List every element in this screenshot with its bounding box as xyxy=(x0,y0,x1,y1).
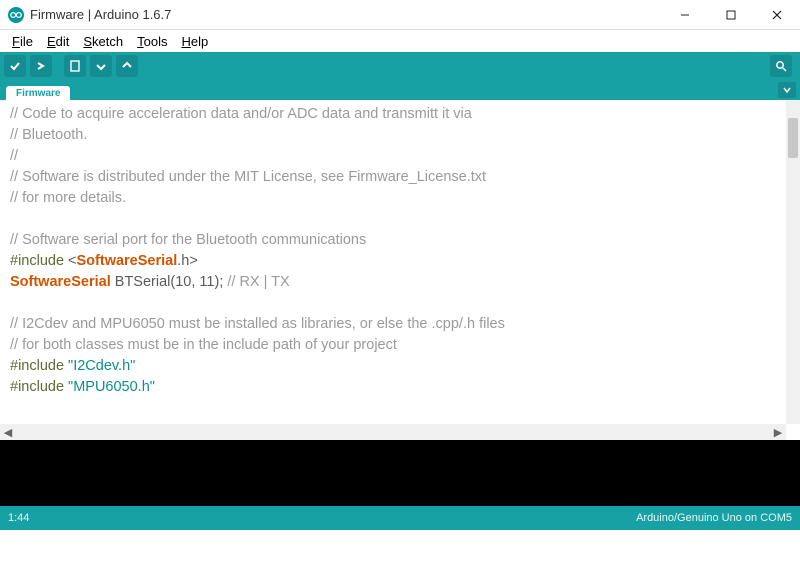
horizontal-scrollbar-track[interactable] xyxy=(16,424,770,440)
code-line: #include "MPU6050.h" xyxy=(10,377,778,398)
editor-area: // Code to acquire acceleration data and… xyxy=(0,100,800,440)
code-editor[interactable]: // Code to acquire acceleration data and… xyxy=(0,100,786,424)
code-line: // Software serial port for the Bluetoot… xyxy=(10,230,778,251)
output-console[interactable] xyxy=(0,440,800,506)
tab-firmware[interactable]: Firmware xyxy=(6,86,70,101)
code-line xyxy=(10,293,778,314)
code-line: // xyxy=(10,146,778,167)
code-line xyxy=(10,209,778,230)
menu-tools[interactable]: Tools xyxy=(131,33,173,50)
scroll-right-icon[interactable]: ▶ xyxy=(770,424,786,440)
close-button[interactable] xyxy=(754,0,800,30)
code-line: // for more details. xyxy=(10,188,778,209)
code-line: // Code to acquire acceleration data and… xyxy=(10,104,778,125)
new-sketch-button[interactable] xyxy=(64,55,86,77)
save-sketch-button[interactable] xyxy=(116,55,138,77)
titlebar: Firmware | Arduino 1.6.7 xyxy=(0,0,800,30)
code-line: #include "I2Cdev.h" xyxy=(10,356,778,377)
code-line: // for both classes must be in the inclu… xyxy=(10,335,778,356)
toolbar xyxy=(0,52,800,80)
tab-menu-button[interactable] xyxy=(778,82,796,98)
statusbar: 1:44 Arduino/Genuino Uno on COM5 xyxy=(0,506,800,530)
vertical-scrollbar-thumb[interactable] xyxy=(788,118,798,158)
vertical-scrollbar[interactable] xyxy=(786,100,800,424)
menu-help[interactable]: Help xyxy=(175,33,214,50)
menubar: FileEditSketchToolsHelp xyxy=(0,30,800,52)
menu-file[interactable]: File xyxy=(6,33,39,50)
arduino-logo-icon xyxy=(8,7,24,23)
horizontal-scrollbar[interactable]: ◀ ▶ xyxy=(0,424,786,440)
menu-sketch[interactable]: Sketch xyxy=(77,33,129,50)
tabbar: Firmware xyxy=(0,80,800,100)
board-port-label: Arduino/Genuino Uno on COM5 xyxy=(636,512,792,524)
minimize-button[interactable] xyxy=(662,0,708,30)
window-title: Firmware | Arduino 1.6.7 xyxy=(30,7,171,22)
code-line: // Bluetooth. xyxy=(10,125,778,146)
code-line: #include <SoftwareSerial.h> xyxy=(10,251,778,272)
code-line: // Software is distributed under the MIT… xyxy=(10,167,778,188)
code-line: // I2Cdev and MPU6050 must be installed … xyxy=(10,314,778,335)
upload-button[interactable] xyxy=(30,55,52,77)
open-sketch-button[interactable] xyxy=(90,55,112,77)
verify-button[interactable] xyxy=(4,55,26,77)
code-line: SoftwareSerial BTSerial(10, 11); // RX |… xyxy=(10,272,778,293)
serial-monitor-button[interactable] xyxy=(770,55,792,77)
cursor-position: 1:44 xyxy=(8,512,29,524)
menu-edit[interactable]: Edit xyxy=(41,33,75,50)
maximize-button[interactable] xyxy=(708,0,754,30)
scroll-left-icon[interactable]: ◀ xyxy=(0,424,16,440)
